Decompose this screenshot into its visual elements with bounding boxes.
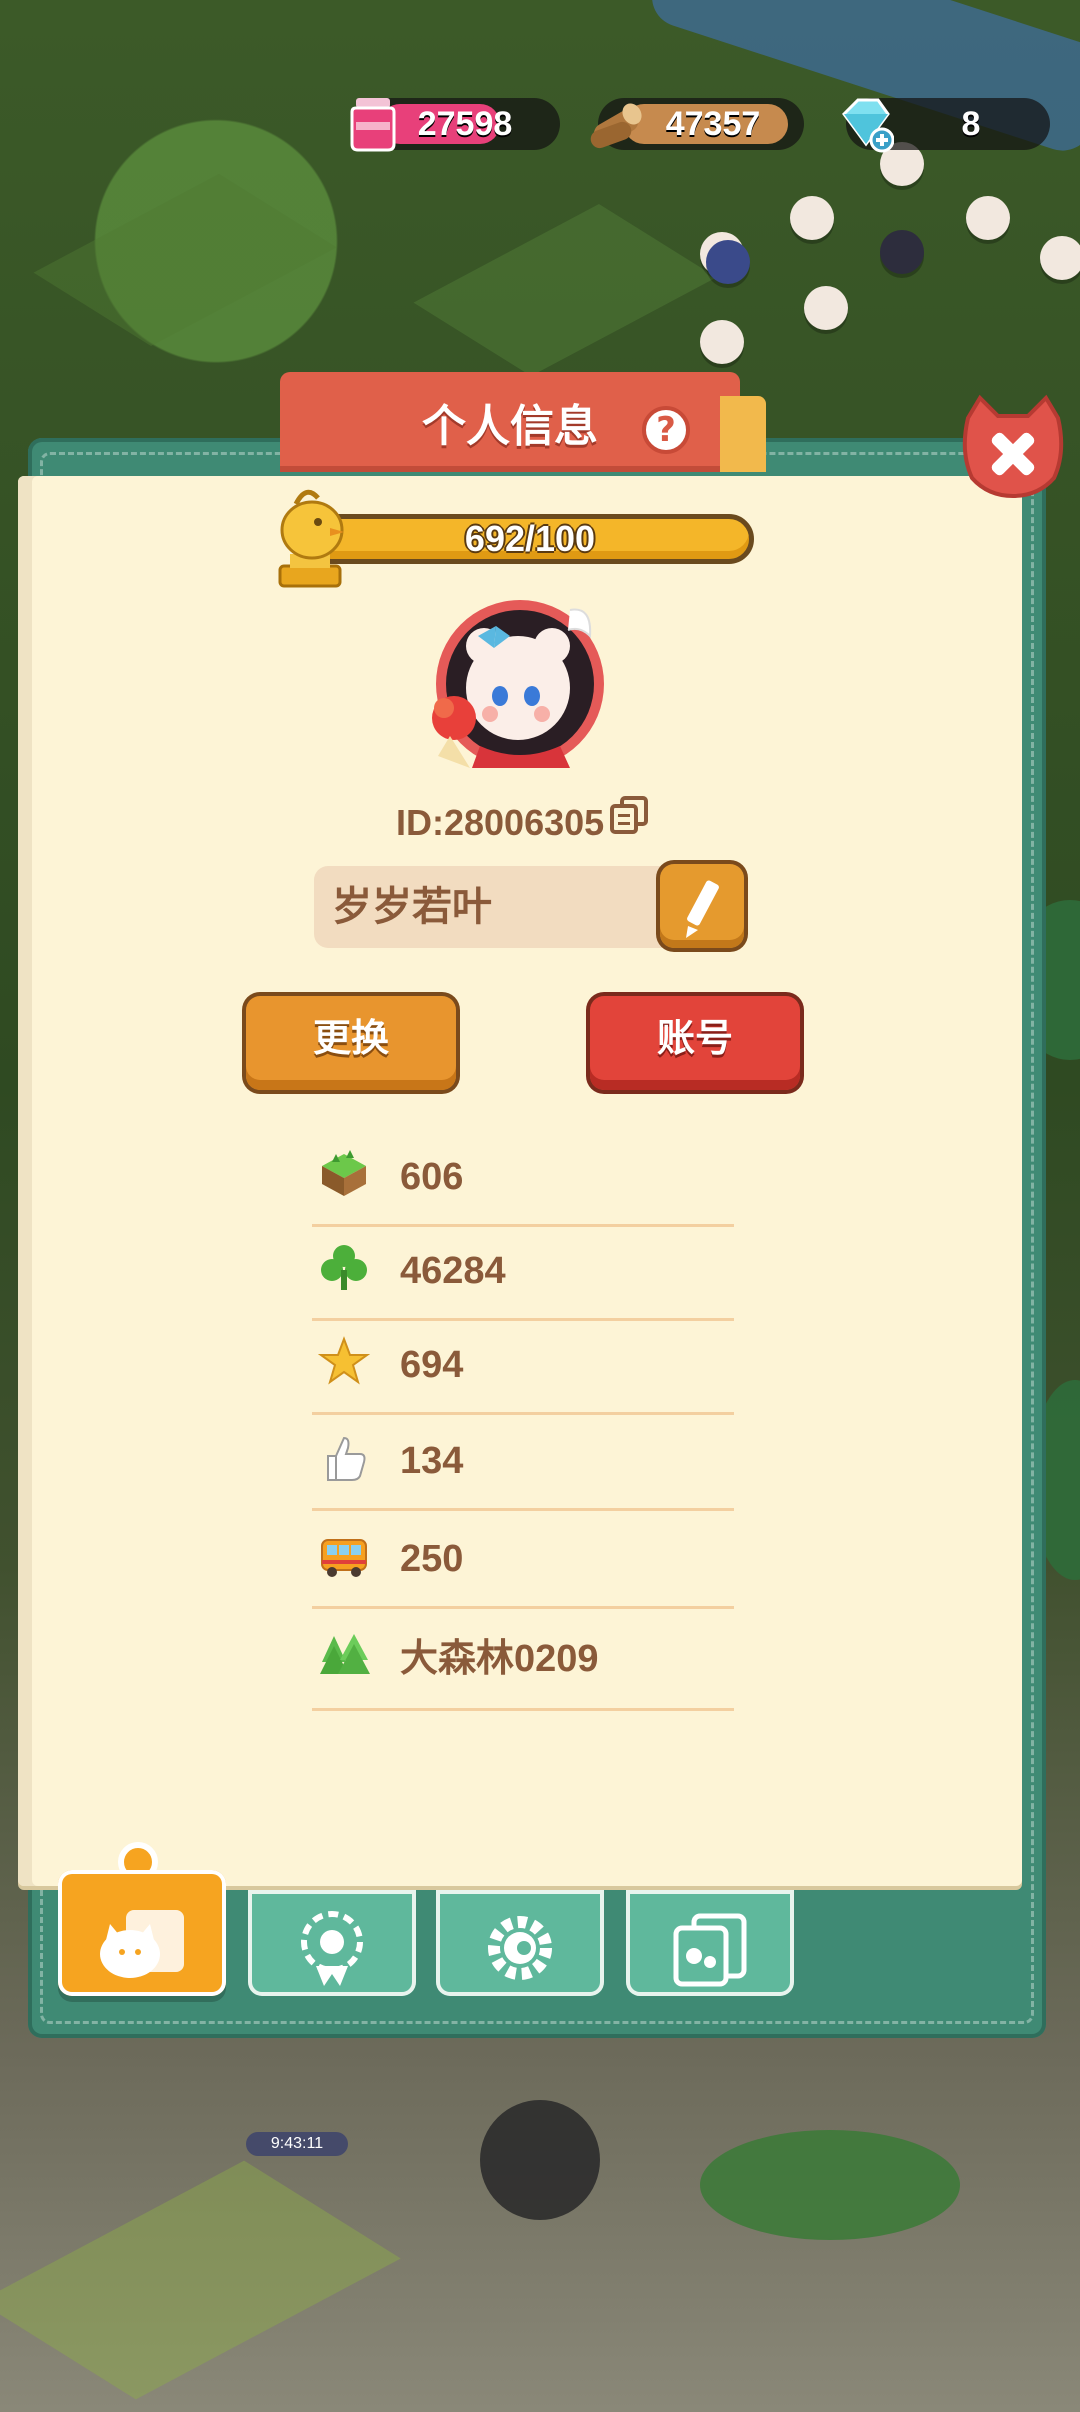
- stat-row-star: 694: [312, 1318, 734, 1415]
- stat-row-clover: 46284: [312, 1224, 734, 1321]
- wood-value: 47357: [665, 105, 761, 143]
- clover-icon: [321, 1245, 367, 1290]
- tab-badges[interactable]: [248, 1890, 416, 1996]
- close-button[interactable]: [958, 392, 1068, 504]
- building-timer: 9:43:11: [246, 2132, 348, 2156]
- stat-value: 250: [400, 1538, 464, 1580]
- stat-value: 694: [400, 1344, 464, 1386]
- diamond-plus-icon[interactable]: [836, 92, 894, 154]
- pet-creature[interactable]: [790, 196, 834, 240]
- gem-value: 8: [961, 105, 981, 143]
- stat-value: 大森林0209: [400, 1638, 599, 1680]
- thumbs-up-icon: [327, 1436, 366, 1481]
- pencil-icon: [686, 880, 719, 938]
- potion-value: 27598: [417, 105, 513, 143]
- wood-resource[interactable]: 47357: [590, 98, 804, 150]
- photo-album-icon: [673, 1913, 747, 1987]
- tab-album[interactable]: [626, 1890, 794, 1996]
- wood-log-icon: [590, 103, 642, 149]
- stat-value: 134: [400, 1440, 464, 1482]
- flower-bed: [700, 2130, 960, 2240]
- stat-row-forest: 大森林0209: [312, 1612, 734, 1711]
- title-tab-bookmark: [720, 396, 766, 472]
- potion-jar-icon: [350, 98, 396, 152]
- stat-value: 606: [400, 1156, 464, 1198]
- nickname-text: 岁岁若叶: [332, 884, 492, 930]
- gear-icon: [488, 1916, 552, 1980]
- copy-icon[interactable]: [608, 794, 650, 836]
- star-icon: [318, 1336, 370, 1385]
- change-avatar-button[interactable]: 更换: [246, 996, 456, 1090]
- account-button[interactable]: 账号: [590, 996, 800, 1090]
- help-button[interactable]: ?: [642, 406, 690, 454]
- pet-creature[interactable]: [706, 240, 750, 284]
- pet-creature[interactable]: [880, 230, 924, 274]
- exp-progress-text: 692/100: [464, 518, 596, 559]
- tab-settings[interactable]: [436, 1890, 604, 1996]
- edit-nickname-button[interactable]: [660, 864, 744, 948]
- tab-profile[interactable]: [58, 1870, 226, 1996]
- grass-block-icon: [322, 1150, 366, 1196]
- chick-trophy-icon: [278, 489, 344, 588]
- film-camera-prop: [480, 2100, 600, 2220]
- cat-card-icon: [100, 1910, 184, 1978]
- pet-creature[interactable]: [1040, 236, 1080, 280]
- pet-creature[interactable]: [804, 286, 848, 330]
- potion-resource[interactable]: 27598: [350, 98, 560, 152]
- pet-creature[interactable]: [966, 196, 1010, 240]
- bus-icon: [321, 1539, 367, 1577]
- gem-resource[interactable]: 8: [842, 98, 1050, 153]
- stat-value: 46284: [400, 1250, 506, 1292]
- stat-row-land: 606: [312, 1130, 734, 1227]
- flower-badge-icon: [301, 1911, 363, 1986]
- pet-creature[interactable]: [700, 320, 744, 364]
- user-id: ID:28006305: [396, 802, 605, 843]
- stat-row-bus: 250: [312, 1512, 734, 1609]
- pine-trees-icon: [320, 1634, 370, 1674]
- player-avatar[interactable]: [420, 596, 620, 776]
- stat-row-likes: 134: [312, 1414, 734, 1511]
